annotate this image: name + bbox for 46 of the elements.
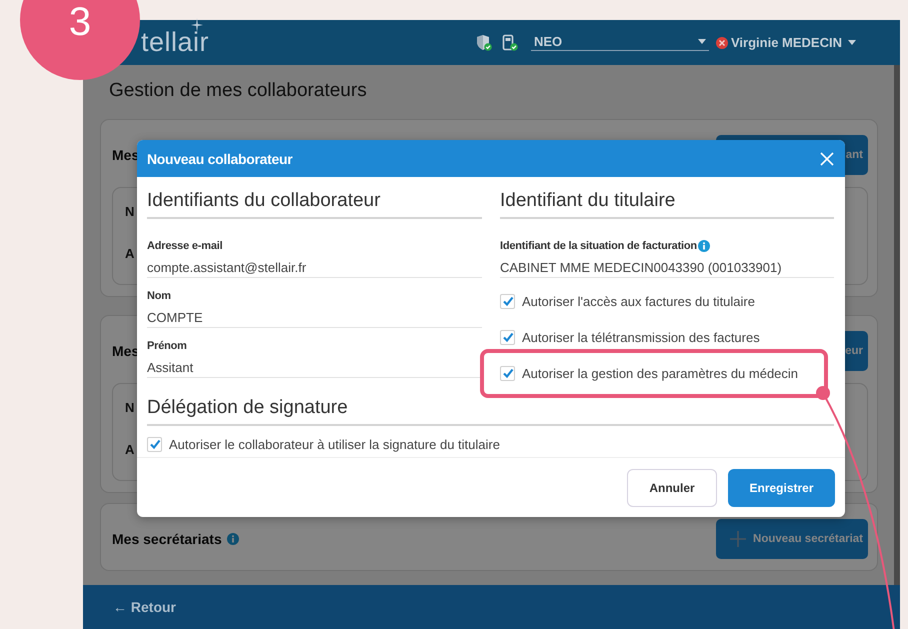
dialog-title: Nouveau collaborateur <box>147 150 292 166</box>
item-text: N <box>125 204 134 219</box>
caret-icon <box>698 39 706 44</box>
caret-icon <box>848 40 856 45</box>
cancel-button[interactable]: Annuler <box>627 469 717 507</box>
check-icon <box>502 295 514 307</box>
save-button[interactable]: Enregistrer <box>728 469 835 507</box>
item-text: N <box>125 400 134 415</box>
checkbox-label: Autoriser le collaborateur à utiliser la signature du titulaire <box>169 436 500 452</box>
user-menu[interactable]: Virginie MEDECIN <box>730 35 856 50</box>
field-label: Nom <box>147 289 172 303</box>
item-text: A <box>125 246 134 261</box>
page-title: Gestion de mes collaborateurs <box>108 79 368 103</box>
input-field[interactable]: Assitant <box>147 353 482 378</box>
item-text: A <box>125 442 134 457</box>
card-reader-icon[interactable] <box>502 34 518 51</box>
select-field[interactable]: CABINET MME MEDECIN0043390 (001033901) <box>500 253 834 278</box>
section-title: Mes secrétariats <box>112 531 222 547</box>
check-icon <box>502 367 514 379</box>
section-heading: Identifiant du titulaire <box>500 187 834 219</box>
input-field[interactable]: compte.assistant@stellair.fr <box>147 253 482 278</box>
plus-icon <box>729 530 748 548</box>
check-icon <box>502 331 514 343</box>
checkbox-label: Autoriser la gestion des paramètres du médecin <box>522 366 798 380</box>
checkbox[interactable] <box>500 294 515 308</box>
shield-icon[interactable] <box>476 34 492 51</box>
scrollbar[interactable] <box>894 65 900 585</box>
section-heading: Délégation de signature <box>147 394 834 426</box>
checkbox-label: Autoriser l'accès aux factures du titulaire <box>522 294 755 308</box>
close-icon[interactable] <box>820 152 834 166</box>
step-badge: 3 <box>20 0 140 80</box>
field-label: Prénom <box>147 339 188 353</box>
account-select[interactable]: NEO <box>530 34 709 51</box>
checkbox[interactable] <box>500 330 515 344</box>
error-icon <box>716 36 728 48</box>
sparkle-icon <box>191 18 203 32</box>
section-heading: Identifiants du collaborateur <box>147 187 482 219</box>
checkbox[interactable] <box>147 436 162 452</box>
input-field[interactable]: COMPTE <box>147 303 482 328</box>
field-label: Adresse e-mail <box>147 239 224 253</box>
check-icon <box>148 438 160 450</box>
logo: tellair <box>141 27 210 57</box>
back-link[interactable]: ← Retour <box>113 599 176 615</box>
checkbox-label: Autoriser la télétransmission des factures <box>522 330 760 344</box>
checkbox[interactable] <box>500 366 515 380</box>
field-label: Identifiant de la situation de facturation <box>500 239 697 253</box>
